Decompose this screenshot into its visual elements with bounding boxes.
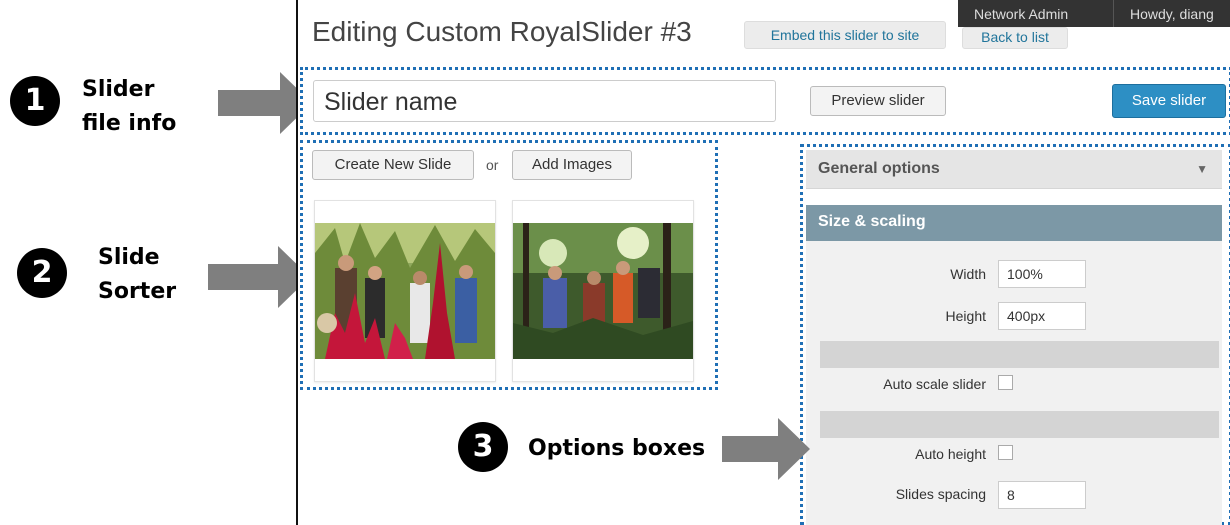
slide-photo-hikers-forest [513,223,693,359]
network-admin-link[interactable]: Network Admin [974,6,1068,22]
step-2-callout: Slide Sorter [98,241,176,309]
size-scaling-panel: Width 100% Height 400px Auto scale slide… [806,241,1222,525]
options-separator [820,411,1219,438]
step-2-badge: 2 [17,248,67,298]
slides-spacing-label: Slides spacing [895,486,986,502]
height-label: Height [945,308,986,324]
height-input[interactable]: 400px [998,302,1086,330]
arrow-right-icon [722,418,810,480]
embed-slider-button[interactable]: Embed this slider to site [744,21,946,49]
or-separator: or [486,157,499,173]
slides-spacing-input[interactable]: 8 [998,481,1086,509]
save-slider-button[interactable]: Save slider [1112,84,1226,118]
auto-height-label: Auto height [915,446,986,462]
step-1-badge: 1 [10,76,60,126]
slide-photo-hikers-red-plants [315,223,495,359]
step-2-line1: Slide [98,245,160,270]
auto-height-checkbox[interactable] [998,445,1013,460]
general-options-title: General options [818,160,940,177]
howdy-user-link[interactable]: Howdy, diang [1130,6,1214,22]
admin-bar-divider [1113,0,1114,27]
slider-name-input[interactable]: Slider name [313,80,776,122]
preview-slider-button[interactable]: Preview slider [810,86,946,116]
admin-bar: Network Admin Howdy, diang [958,0,1230,27]
width-input[interactable]: 100% [998,260,1086,288]
step-1-line2: file info [82,111,177,136]
step-1-line1: Slider [82,77,155,102]
chevron-down-icon[interactable]: ▼ [1196,162,1208,176]
size-scaling-header[interactable]: Size & scaling [806,205,1222,241]
auto-scale-label: Auto scale slider [883,376,986,392]
step-3-callout: Options boxes [528,436,706,461]
add-images-button[interactable]: Add Images [512,150,632,180]
back-to-list-button[interactable]: Back to list [962,27,1068,49]
width-label: Width [950,266,986,282]
options-separator [820,341,1219,368]
step-3-badge: 3 [458,422,508,472]
general-options-header[interactable]: General options ▼ [806,150,1222,189]
create-new-slide-button[interactable]: Create New Slide [312,150,474,180]
auto-scale-checkbox[interactable] [998,375,1013,390]
slide-thumbnail[interactable] [314,200,496,382]
page-title: Editing Custom RoyalSlider #3 [312,16,692,47]
step-2-line2: Sorter [98,279,177,304]
slide-thumbnail[interactable] [512,200,694,382]
step-1-callout: Slider file info [82,73,176,141]
size-scaling-title: Size & scaling [818,213,926,230]
